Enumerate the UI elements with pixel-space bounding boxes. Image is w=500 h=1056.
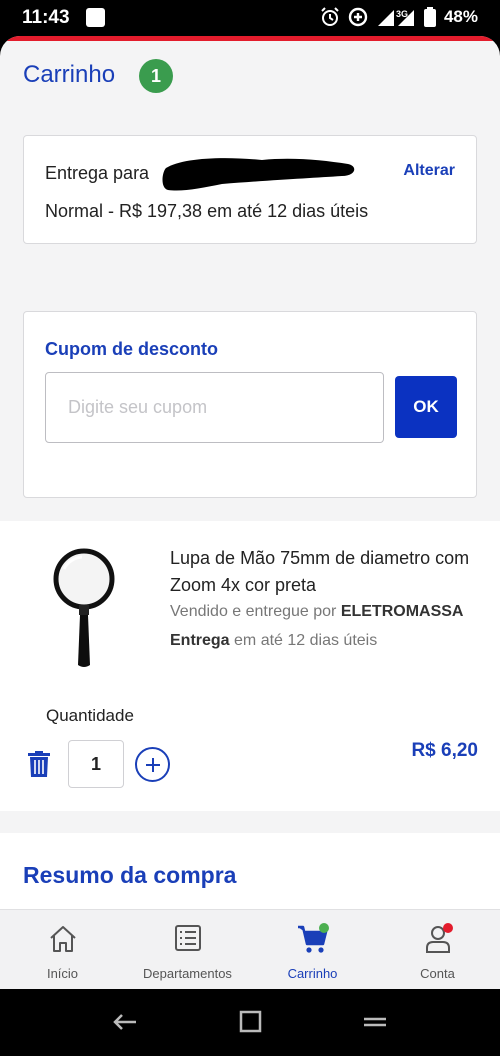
battery-level: 48% [443,7,478,26]
change-address-link[interactable]: Alterar [403,162,455,180]
cart-item: Lupa de Mão 75mm de diametro com Zoom 4x… [0,521,500,811]
cart-indicator-dot [319,923,329,933]
system-nav-bar [0,989,500,1056]
status-indicators: 3G 48% [320,7,478,27]
status-bar: 11:43 3G 48% [0,0,500,36]
notification-icon [86,8,105,27]
coupon-card: Cupom de desconto OK [23,311,477,498]
nav-label-account: Conta [420,966,455,981]
increase-quantity-button[interactable] [135,747,170,782]
redacted-address [162,158,355,191]
product-price: R$ 6,20 [411,740,478,761]
network-type: 3G [396,9,408,19]
delivery-label: Entrega para [45,163,150,183]
nav-item-account[interactable]: Conta [375,910,500,989]
signal-icon: 3G [377,9,414,26]
app-screen: Carrinho 1 Entrega para Alterar Normal -… [0,36,500,989]
seller-name: ELETROMASSA [340,603,464,620]
home-gesture-icon[interactable] [363,1009,387,1035]
nav-item-cart[interactable]: Carrinho [250,910,375,989]
purchase-summary: Resumo da compra [0,833,500,913]
home-icon [49,926,76,952]
status-time: 11:43 [22,7,70,28]
delivery-detail: Normal - R$ 197,38 em até 12 dias úteis [45,201,369,221]
quantity-label: Quantidade [46,706,134,725]
bottom-nav: Início Departamentos Carrinho Conta [0,909,500,989]
data-saver-icon [348,7,368,27]
cart-count-badge: 1 [139,59,173,93]
product-name[interactable]: Lupa de Mão 75mm de diametro com Zoom 4x… [170,545,480,599]
nav-label-cart: Carrinho [287,966,338,981]
nav-item-departments[interactable]: Departamentos [125,910,250,989]
product-image [53,548,115,667]
account-indicator-dot [443,923,453,933]
overview-icon[interactable] [239,1010,262,1033]
summary-title[interactable]: Resumo da compra [23,862,236,889]
nav-label-home: Início [46,966,79,981]
page-title: Carrinho [23,61,116,88]
nav-label-departments: Departamentos [143,966,232,981]
alarm-icon [321,7,339,26]
delivery-card: Entrega para Alterar Normal - R$ 197,38 … [23,135,477,244]
coupon-title: Cupom de desconto [45,339,219,359]
quantity-field[interactable]: 1 [68,740,124,788]
list-icon [174,925,201,951]
coupon-input[interactable] [45,372,384,443]
product-seller: Vendido e entregue por ELETROMASSA [170,603,463,621]
nav-item-home[interactable]: Início [0,910,125,989]
product-delivery: Entrega em até 12 dias úteis [170,632,377,650]
delivery-time: em até 12 dias úteis [234,632,378,649]
apply-coupon-button[interactable]: OK [395,376,457,438]
battery-icon [423,7,436,27]
trash-icon[interactable] [28,751,50,777]
seller-prefix: Vendido e entregue por [170,603,337,620]
back-icon[interactable] [112,1011,138,1033]
delivery-bold: Entrega [170,632,230,649]
plus-icon [145,757,160,772]
accent-bar [0,36,500,41]
